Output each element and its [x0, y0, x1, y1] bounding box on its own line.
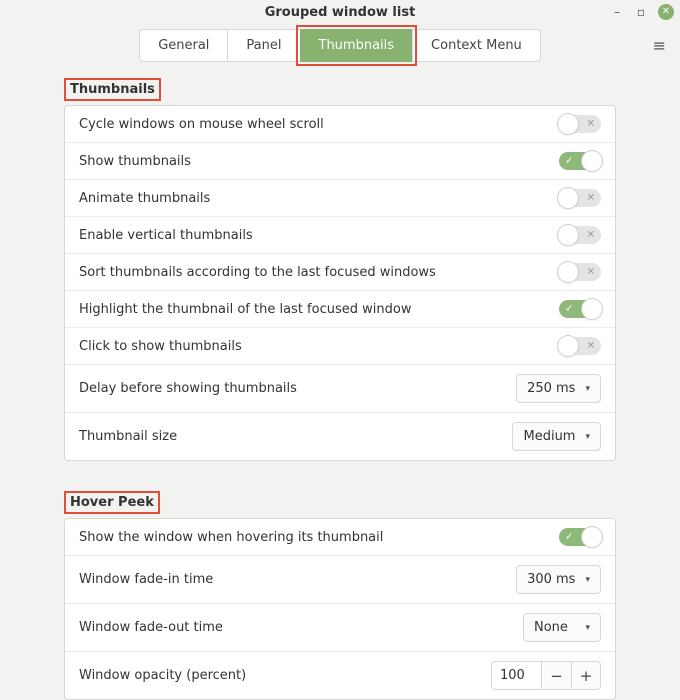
label-hover-show: Show the window when hovering its thumbn…: [79, 530, 383, 545]
toggle-vertical-thumbnails[interactable]: ✕: [559, 226, 601, 244]
row-delay: Delay before showing thumbnails 250 ms ▾: [65, 365, 615, 413]
label-show-thumbnails: Show thumbnails: [79, 154, 191, 169]
maximize-button[interactable]: ▫: [634, 5, 648, 19]
row-fade-in: Window fade-in time 300 ms ▾: [65, 556, 615, 604]
tab-thumbnails[interactable]: Thumbnails: [300, 29, 414, 62]
row-size: Thumbnail size Medium ▾: [65, 413, 615, 460]
window-title: Grouped window list: [265, 5, 416, 20]
label-opacity: Window opacity (percent): [79, 668, 246, 683]
hover-peek-panel: Show the window when hovering its thumbn…: [64, 518, 616, 700]
label-size: Thumbnail size: [79, 429, 177, 444]
label-highlight-thumbnail: Highlight the thumbnail of the last focu…: [79, 302, 411, 317]
row-show-thumbnails: Show thumbnails ✓: [65, 143, 615, 180]
dropdown-fade-out[interactable]: None ▾: [523, 613, 601, 642]
minimize-button[interactable]: –: [610, 5, 624, 19]
tab-panel[interactable]: Panel: [227, 29, 300, 62]
dropdown-fade-out-value: None: [534, 620, 568, 635]
label-sort-thumbnails: Sort thumbnails according to the last fo…: [79, 265, 436, 280]
dropdown-delay[interactable]: 250 ms ▾: [516, 374, 601, 403]
row-opacity: Window opacity (percent) − +: [65, 652, 615, 699]
row-animate-thumbnails: Animate thumbnails ✕: [65, 180, 615, 217]
label-click-to-show: Click to show thumbnails: [79, 339, 242, 354]
label-vertical-thumbnails: Enable vertical thumbnails: [79, 228, 253, 243]
toggle-animate-thumbnails[interactable]: ✕: [559, 189, 601, 207]
tab-strip: General Panel Thumbnails Context Menu ≡: [0, 24, 680, 66]
toggle-click-to-show[interactable]: ✕: [559, 337, 601, 355]
toggle-sort-thumbnails[interactable]: ✕: [559, 263, 601, 281]
dropdown-size[interactable]: Medium ▾: [512, 422, 601, 451]
chevron-down-icon: ▾: [585, 623, 590, 633]
label-cycle-windows: Cycle windows on mouse wheel scroll: [79, 117, 324, 132]
toggle-cycle-windows[interactable]: ✕: [559, 115, 601, 133]
label-animate-thumbnails: Animate thumbnails: [79, 191, 210, 206]
tab-general[interactable]: General: [139, 29, 228, 62]
row-highlight-thumbnail: Highlight the thumbnail of the last focu…: [65, 291, 615, 328]
toggle-highlight-thumbnail[interactable]: ✓: [559, 300, 601, 318]
thumbnails-panel: Cycle windows on mouse wheel scroll ✕ Sh…: [64, 105, 616, 461]
dropdown-fade-in-value: 300 ms: [527, 572, 575, 587]
dropdown-size-value: Medium: [523, 429, 575, 444]
chevron-down-icon: ▾: [585, 432, 590, 442]
row-vertical-thumbnails: Enable vertical thumbnails ✕: [65, 217, 615, 254]
chevron-down-icon: ▾: [585, 575, 590, 585]
tab-context-menu[interactable]: Context Menu: [412, 29, 541, 62]
opacity-increment-button[interactable]: +: [571, 661, 601, 690]
dropdown-delay-value: 250 ms: [527, 381, 575, 396]
row-hover-show: Show the window when hovering its thumbn…: [65, 519, 615, 556]
row-sort-thumbnails: Sort thumbnails according to the last fo…: [65, 254, 615, 291]
section-title-hover-peek: Hover Peek: [66, 493, 158, 512]
row-click-to-show: Click to show thumbnails ✕: [65, 328, 615, 365]
title-bar: Grouped window list – ▫ ✕: [0, 0, 680, 24]
opacity-input[interactable]: [491, 661, 541, 690]
opacity-decrement-button[interactable]: −: [541, 661, 571, 690]
close-button[interactable]: ✕: [658, 4, 674, 20]
menu-icon[interactable]: ≡: [653, 36, 666, 55]
row-cycle-windows: Cycle windows on mouse wheel scroll ✕: [65, 106, 615, 143]
row-fade-out: Window fade-out time None ▾: [65, 604, 615, 652]
toggle-show-thumbnails[interactable]: ✓: [559, 152, 601, 170]
chevron-down-icon: ▾: [585, 384, 590, 394]
dropdown-fade-in[interactable]: 300 ms ▾: [516, 565, 601, 594]
label-fade-in: Window fade-in time: [79, 572, 213, 587]
label-fade-out: Window fade-out time: [79, 620, 223, 635]
label-delay: Delay before showing thumbnails: [79, 381, 297, 396]
toggle-hover-show[interactable]: ✓: [559, 528, 601, 546]
section-title-thumbnails: Thumbnails: [66, 80, 159, 99]
opacity-stepper[interactable]: − +: [491, 661, 601, 690]
